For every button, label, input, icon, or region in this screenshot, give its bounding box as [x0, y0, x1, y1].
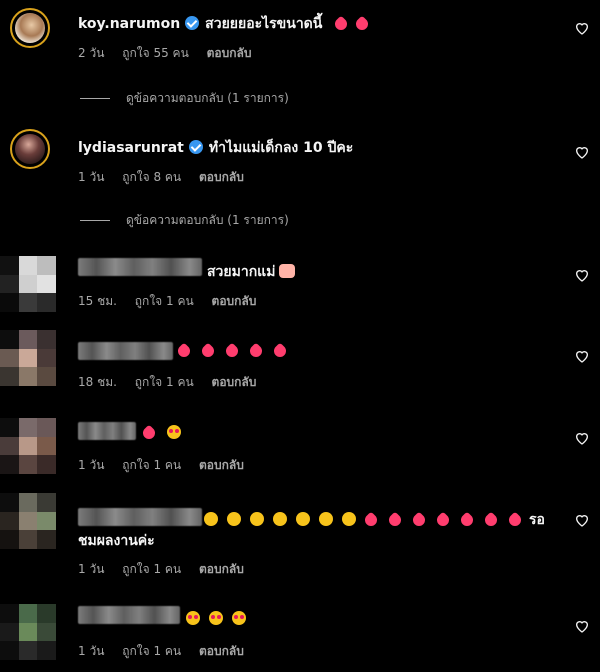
username[interactable]: koy.narumon — [78, 16, 180, 32]
avatar[interactable] — [0, 418, 56, 474]
blurred-username — [78, 508, 202, 526]
like-count[interactable]: ถูกใจ 8 คน — [122, 170, 181, 184]
heart-outline-icon[interactable] — [574, 512, 590, 528]
avatar[interactable] — [10, 8, 50, 48]
comment-time: 2 วัน — [78, 46, 105, 60]
like-count[interactable]: ถูกใจ 1 คน — [122, 644, 181, 658]
heart-emoji-icon — [458, 511, 476, 529]
comment-text-continued: ชมผลงานค่ะ — [78, 533, 155, 549]
comment-6: รอ ชมผลงานค่ะ 1 วัน ถูกใจ 1 คน ตอบกลับ — [0, 490, 600, 585]
heart-outline-icon[interactable] — [574, 20, 590, 36]
comment-text: ทำไมแม่เด็กลง 10 ปีคะ — [208, 140, 354, 156]
heart-emoji-icon — [140, 424, 158, 442]
reply-button[interactable]: ตอบกลับ — [199, 562, 244, 576]
blurred-username — [78, 422, 136, 440]
heart-eyes-emoji-icon — [167, 425, 181, 439]
heart-emoji-icon — [332, 15, 350, 33]
heart-emoji-icon — [353, 15, 371, 33]
comment-text: สวยมากแม่ — [207, 264, 276, 280]
heart-outline-icon[interactable] — [574, 430, 590, 446]
username[interactable]: lydiasarunrat — [78, 140, 184, 156]
like-count[interactable]: ถูกใจ 1 คน — [122, 562, 181, 576]
hugging-emoji-icon — [250, 512, 264, 526]
comment-2: lydiasarunrat ทำไมแม่เด็กลง 10 ปีคะ 1 วัน… — [0, 125, 600, 205]
verified-badge-icon — [188, 140, 203, 154]
like-count[interactable]: ถูกใจ 55 คน — [122, 46, 189, 60]
heart-outline-icon[interactable] — [574, 348, 590, 364]
hugging-emoji-icon — [273, 512, 287, 526]
comment-1: koy.narumon สวยยยอะไรขนาดนี้ 2 วัน ถูกใจ … — [0, 0, 600, 80]
heart-hands-emoji-icon — [279, 264, 296, 278]
heart-emoji-icon — [482, 511, 500, 529]
hugging-emoji-icon — [296, 512, 310, 526]
like-count[interactable]: ถูกใจ 1 คน — [122, 458, 181, 472]
reply-button[interactable]: ตอบกลับ — [207, 46, 252, 60]
avatar[interactable] — [0, 256, 56, 312]
blurred-username — [78, 606, 180, 624]
heart-emoji-icon — [199, 342, 217, 360]
hugging-emoji-icon — [204, 512, 218, 526]
comment-7: 1 วัน ถูกใจ 1 คน ตอบกลับ — [0, 598, 600, 672]
heart-emoji-icon — [223, 342, 241, 360]
like-count[interactable]: ถูกใจ 1 คน — [135, 375, 194, 389]
heart-eyes-emoji-icon — [209, 611, 223, 625]
heart-emoji-icon — [271, 342, 289, 360]
hugging-emoji-icon — [227, 512, 241, 526]
heart-emoji-icon — [506, 511, 524, 529]
reply-button[interactable]: ตอบกลับ — [212, 294, 257, 308]
comment-5: 1 วัน ถูกใจ 1 คน ตอบกลับ — [0, 412, 600, 482]
heart-outline-icon[interactable] — [574, 618, 590, 634]
heart-emoji-icon — [386, 511, 404, 529]
heart-emoji-icon — [434, 511, 452, 529]
comment-4: 18 ชม. ถูกใจ 1 คน ตอบกลับ — [0, 330, 600, 400]
heart-emoji-icon — [175, 342, 193, 360]
heart-eyes-emoji-icon — [232, 611, 246, 625]
avatar[interactable] — [10, 129, 50, 169]
comment-text: รอ — [529, 512, 545, 528]
comment-text: สวยยยอะไรขนาดนี้ — [205, 16, 323, 32]
blurred-username — [78, 258, 202, 276]
heart-outline-icon[interactable] — [574, 267, 590, 283]
comment-time: 1 วัน — [78, 458, 105, 472]
hugging-emoji-icon — [319, 512, 333, 526]
avatar[interactable] — [0, 493, 56, 549]
hugging-emoji-icon — [342, 512, 356, 526]
view-replies-button[interactable]: ดูข้อความตอบกลับ (1 รายการ) — [80, 89, 289, 108]
heart-outline-icon[interactable] — [574, 144, 590, 160]
reply-button[interactable]: ตอบกลับ — [199, 644, 244, 658]
like-count[interactable]: ถูกใจ 1 คน — [135, 294, 194, 308]
comment-time: 1 วัน — [78, 170, 105, 184]
comment-time: 15 ชม. — [78, 294, 117, 308]
heart-eyes-emoji-icon — [186, 611, 200, 625]
avatar[interactable] — [0, 604, 56, 660]
heart-emoji-icon — [247, 342, 265, 360]
reply-button[interactable]: ตอบกลับ — [199, 170, 244, 184]
comment-time: 18 ชม. — [78, 375, 117, 389]
comment-time: 1 วัน — [78, 644, 105, 658]
verified-badge-icon — [185, 16, 200, 30]
comment-3: สวยมากแม่ 15 ชม. ถูกใจ 1 คน ตอบกลับ — [0, 250, 600, 320]
comment-time: 1 วัน — [78, 562, 105, 576]
reply-button[interactable]: ตอบกลับ — [199, 458, 244, 472]
reply-button[interactable]: ตอบกลับ — [212, 375, 257, 389]
view-replies-button[interactable]: ดูข้อความตอบกลับ (1 รายการ) — [80, 211, 289, 230]
avatar[interactable] — [0, 330, 56, 386]
blurred-username — [78, 342, 173, 360]
heart-emoji-icon — [410, 511, 428, 529]
heart-emoji-icon — [362, 511, 380, 529]
